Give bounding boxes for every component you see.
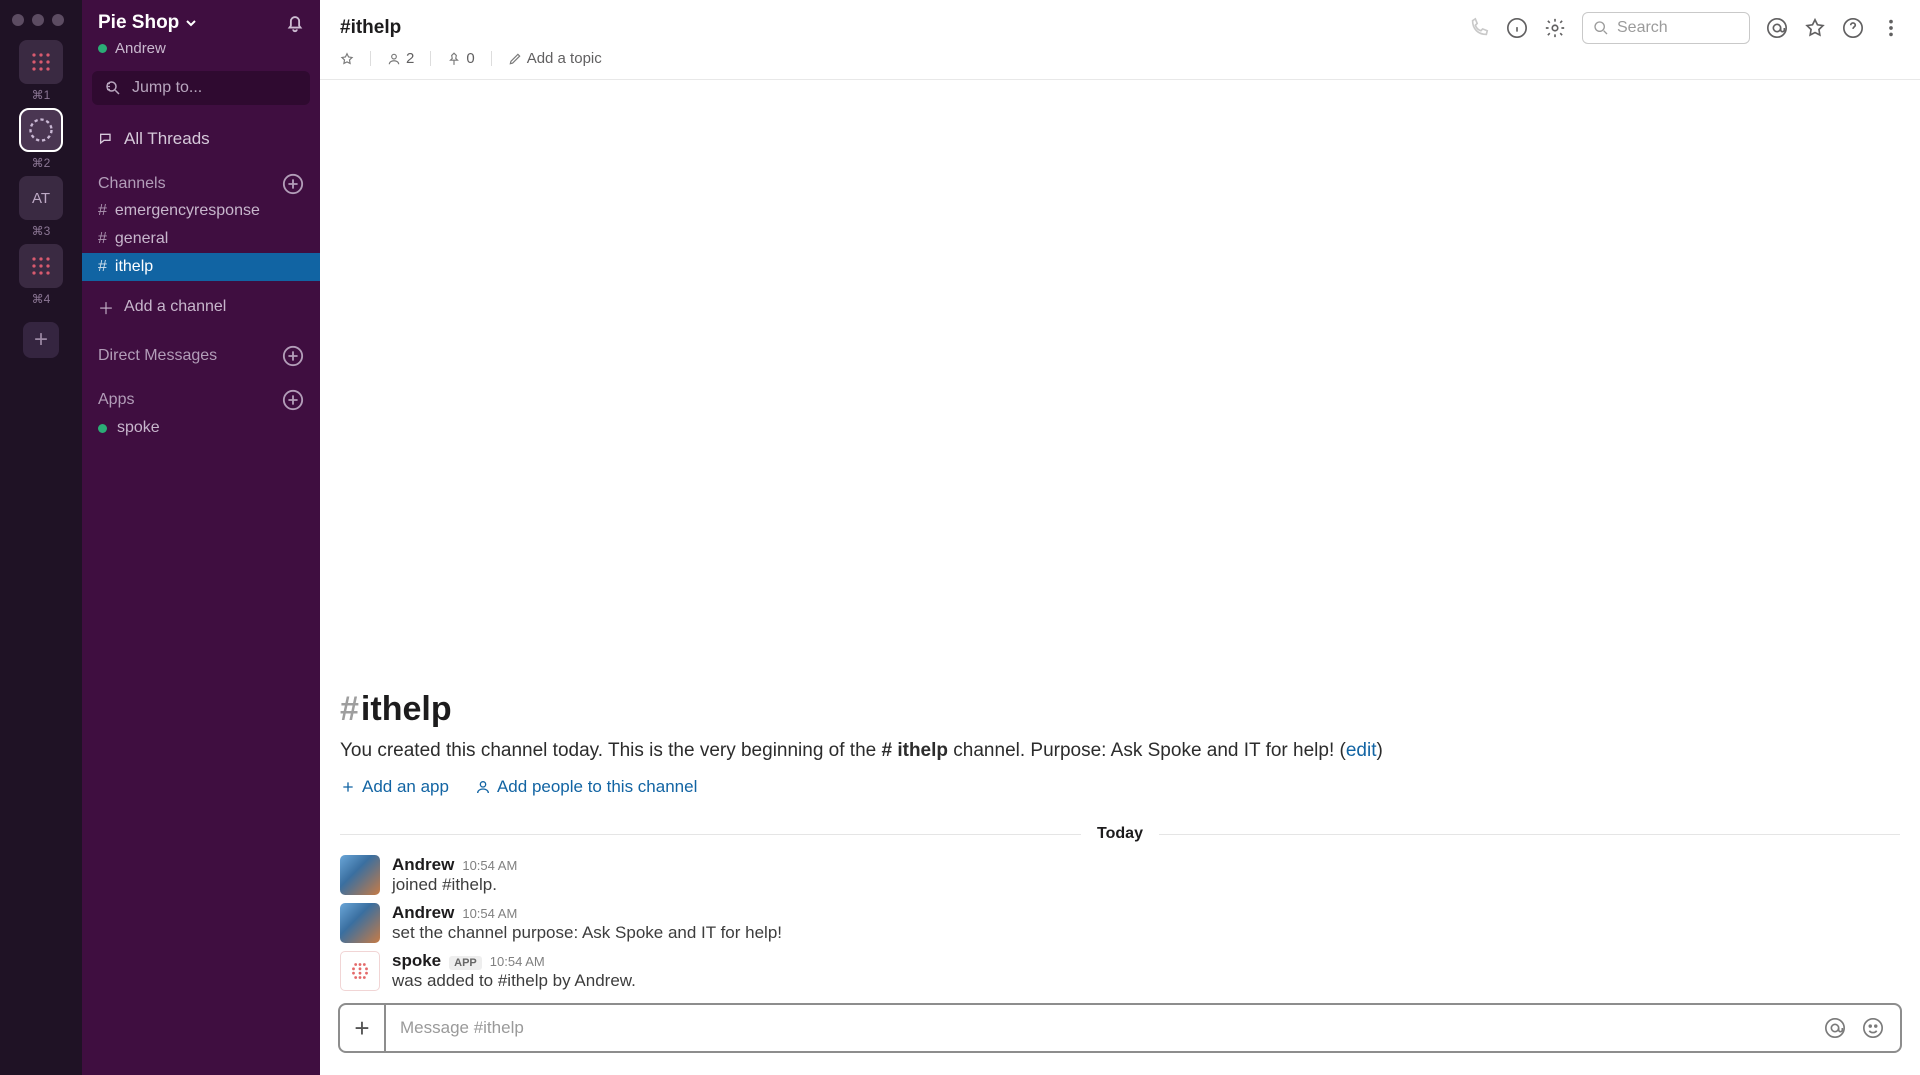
workspace-2[interactable]: ⌘2 <box>19 108 63 170</box>
chevron-down-icon <box>185 17 197 29</box>
message-time: 10:54 AM <box>462 906 517 921</box>
jump-to[interactable]: Jump to... <box>92 71 310 105</box>
attach-button[interactable]: + <box>340 1005 386 1051</box>
message-time: 10:54 AM <box>462 858 517 873</box>
minimize-dot[interactable] <box>32 14 44 26</box>
add-app-link[interactable]: Add an app <box>340 777 449 797</box>
edit-purpose-link[interactable]: edit <box>1346 740 1377 761</box>
hash-icon: # <box>98 230 107 248</box>
team-name: Pie Shop <box>98 12 179 34</box>
all-threads[interactable]: All Threads <box>82 119 320 165</box>
workspace-4[interactable]: ⌘4 <box>19 244 63 306</box>
sidebar-channel-emergencyresponse[interactable]: #emergencyresponse <box>82 197 320 225</box>
help-icon[interactable] <box>1842 17 1864 39</box>
zoom-dot[interactable] <box>52 14 64 26</box>
message-time: 10:54 AM <box>490 954 545 969</box>
jump-icon <box>104 79 122 97</box>
channel-title: #ithelp <box>340 17 1454 39</box>
message-input[interactable]: Message #ithelp <box>386 1018 1808 1038</box>
hash-icon: # <box>98 258 107 276</box>
workspace-3[interactable]: AT ⌘3 <box>19 176 63 238</box>
app-badge: APP <box>449 956 482 970</box>
add-people-link[interactable]: Add people to this channel <box>475 777 697 797</box>
user-avatar[interactable] <box>340 903 380 943</box>
add-channel-icon[interactable] <box>282 173 304 195</box>
main-pane: #ithelp Search 2 0 Ad <box>320 0 1920 1075</box>
channels-section-header[interactable]: Channels <box>82 165 320 197</box>
search-placeholder: Search <box>1617 19 1668 37</box>
window-traffic-lights <box>12 4 64 40</box>
gear-icon[interactable] <box>1544 17 1566 39</box>
user-avatar[interactable] <box>340 855 380 895</box>
notifications-icon[interactable] <box>284 12 306 34</box>
member-count[interactable]: 2 <box>387 50 414 67</box>
message-row: Andrew 10:54 AM set the channel purpose: A… <box>320 899 1920 947</box>
add-topic[interactable]: Add a topic <box>508 50 602 67</box>
workspace-switcher: ⌘1 ⌘2 AT ⌘3 ⌘4 + <box>0 0 82 1075</box>
current-user[interactable]: Andrew <box>82 40 320 67</box>
app-avatar[interactable] <box>340 951 380 991</box>
info-icon[interactable] <box>1506 17 1528 39</box>
add-app-icon[interactable] <box>282 389 304 411</box>
pin-count[interactable]: 0 <box>447 50 474 67</box>
threads-icon <box>98 131 114 147</box>
plus-icon: ＋ <box>98 295 114 319</box>
sidebar: Pie Shop Andrew Jump to... All Threads C… <box>82 0 320 1075</box>
sidebar-channel-ithelp[interactable]: #ithelp <box>82 253 320 281</box>
day-separator: Today <box>320 821 1920 851</box>
message-author[interactable]: Andrew <box>392 903 454 923</box>
presence-dot <box>98 44 107 53</box>
current-user-name: Andrew <box>115 40 166 57</box>
message-author[interactable]: Andrew <box>392 855 454 875</box>
team-switcher[interactable]: Pie Shop <box>98 12 284 34</box>
emoji-icon[interactable] <box>1862 1017 1884 1039</box>
presence-dot <box>98 424 107 433</box>
call-icon[interactable] <box>1468 17 1490 39</box>
add-channel-link[interactable]: ＋ Add a channel <box>82 281 320 325</box>
hash-icon: # <box>98 202 107 220</box>
message-text: joined #ithelp. <box>392 875 517 895</box>
message-row: spoke APP 10:54 AM was added to #ithelp by … <box>320 947 1920 995</box>
message-author[interactable]: spoke <box>392 951 441 971</box>
message-text: set the channel purpose: Ask Spoke and I… <box>392 923 782 943</box>
channel-intro-desc: You created this channel today. This is … <box>340 737 1900 766</box>
more-icon[interactable] <box>1880 17 1902 39</box>
add-dm-icon[interactable] <box>282 345 304 367</box>
message-row: Andrew 10:54 AM joined #ithelp. <box>320 851 1920 899</box>
apps-section-header[interactable]: Apps <box>82 381 320 413</box>
sidebar-channel-general[interactable]: #general <box>82 225 320 253</box>
close-dot[interactable] <box>12 14 24 26</box>
mentions-icon[interactable] <box>1766 17 1788 39</box>
jump-label: Jump to... <box>132 79 202 97</box>
star-channel[interactable] <box>340 52 354 66</box>
mention-icon[interactable] <box>1824 1017 1846 1039</box>
star-icon[interactable] <box>1804 17 1826 39</box>
add-workspace-button[interactable]: + <box>23 322 59 358</box>
workspace-avatar: AT <box>19 176 63 220</box>
message-composer[interactable]: + Message #ithelp <box>338 1003 1902 1053</box>
sidebar-app-spoke[interactable]: spoke <box>82 413 320 443</box>
message-text: was added to #ithelp by Andrew. <box>392 971 636 991</box>
workspace-1[interactable]: ⌘1 <box>19 40 63 102</box>
search-icon <box>1593 20 1609 36</box>
search-input[interactable]: Search <box>1582 12 1750 44</box>
dm-section-header[interactable]: Direct Messages <box>82 337 320 369</box>
channel-intro-title: #ithelp <box>340 690 1900 729</box>
